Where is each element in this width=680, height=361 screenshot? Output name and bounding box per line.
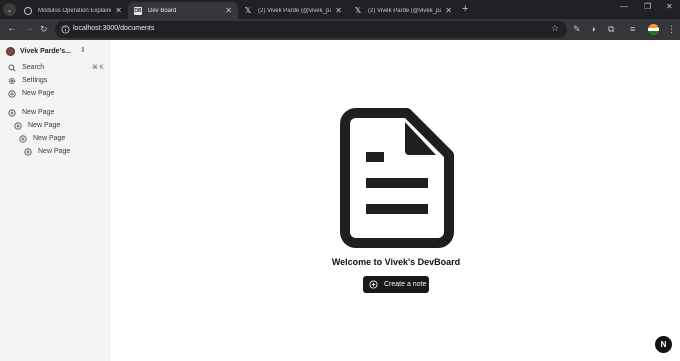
url-text: localhost:3000/documents <box>73 25 155 32</box>
page-label: New Page <box>38 148 71 155</box>
minimize-icon[interactable]: — <box>620 2 628 11</box>
tab-vivek-x-profile-2[interactable]: 𝕏 (2) Vivek Parde (@vivek_parde) / X ✕ <box>348 2 458 19</box>
sidebar-page-item[interactable]: New Page <box>19 133 65 144</box>
x-logo-icon: 𝕏 <box>354 6 362 15</box>
plus-circle-icon <box>24 147 32 156</box>
new-page-label: New Page <box>22 90 55 97</box>
extension-icon-dark[interactable]: ◗ <box>591 23 596 35</box>
plus-circle-icon <box>8 108 16 117</box>
tab-title: (2) Vivek Parde (@vivek_parde) / X <box>368 7 442 14</box>
gear-icon <box>8 77 16 84</box>
tab-search-button[interactable]: ⌄ <box>3 3 16 16</box>
tab-title: Dev Board <box>148 7 177 14</box>
nextjs-dev-indicator[interactable]: N <box>655 336 672 353</box>
search-shortcut: ⌘ K <box>92 65 104 71</box>
site-info-icon[interactable] <box>61 25 70 34</box>
db-icon: DB <box>134 6 142 15</box>
plus-circle-icon <box>8 89 16 98</box>
search-label: Search <box>22 64 45 71</box>
document-icon <box>340 108 454 248</box>
globe-icon <box>24 6 32 15</box>
plus-circle-icon <box>369 280 378 289</box>
sidebar: Vivek Parde's... ⇕ Search ⌘ K Settings N… <box>0 40 111 361</box>
settings-label: Settings <box>22 77 48 84</box>
pen-extension-icon[interactable]: ✎ <box>573 23 581 35</box>
close-icon[interactable]: ✕ <box>115 6 122 15</box>
profile-avatar[interactable] <box>648 24 659 35</box>
sidebar-page-item[interactable]: New Page <box>8 107 54 118</box>
sidebar-page-item[interactable]: New Page <box>14 120 60 131</box>
create-note-label: Create a note <box>384 281 427 288</box>
welcome-heading: Welcome to Vivek's DevBoard <box>331 257 461 267</box>
chrome-menu-icon[interactable]: ⋮ <box>667 23 676 35</box>
media-controls-icon[interactable]: ≡ <box>630 23 635 35</box>
search-button[interactable]: Search <box>8 62 44 73</box>
browser-toolbar: ← → ↻ localhost:3000/documents ☆ ✎ ◗ ⧉ ≡… <box>0 19 680 40</box>
x-logo-icon: 𝕏 <box>244 6 252 15</box>
page-label: New Page <box>22 109 55 116</box>
sidebar-page-item[interactable]: New Page <box>24 146 70 157</box>
browser-tab-strip: ⌄ Modulus Operation Explained ✕ DB Dev B… <box>0 0 680 19</box>
tab-title: (2) Vivek Parde (@vivek_parde) / X <box>258 7 332 14</box>
bookmark-star-icon[interactable]: ☆ <box>551 23 559 34</box>
back-button[interactable]: ← <box>7 23 17 35</box>
page-label: New Page <box>28 122 61 129</box>
workspace-switcher[interactable]: Vivek Parde's... <box>6 45 71 57</box>
chevrons-up-down-icon[interactable]: ⇕ <box>80 46 86 54</box>
tab-modulus-operation[interactable]: Modulus Operation Explained ✕ <box>18 2 128 19</box>
create-note-button[interactable]: Create a note <box>363 276 429 293</box>
close-icon[interactable]: ✕ <box>445 6 452 15</box>
search-icon <box>8 64 16 72</box>
avatar <box>6 46 15 56</box>
forward-button[interactable]: → <box>24 23 34 35</box>
window-close-icon[interactable]: ✕ <box>666 2 673 11</box>
reload-button[interactable]: ↻ <box>40 23 48 35</box>
new-tab-button[interactable]: + <box>462 3 468 15</box>
restore-icon[interactable]: ❐ <box>644 2 651 11</box>
settings-button[interactable]: Settings <box>8 75 47 86</box>
page-label: New Page <box>33 135 66 142</box>
new-page-button[interactable]: New Page <box>8 88 54 99</box>
close-icon[interactable]: ✕ <box>335 6 342 15</box>
tab-dev-board[interactable]: DB Dev Board ✕ <box>128 2 238 19</box>
plus-circle-icon <box>14 121 22 130</box>
plus-circle-icon <box>19 134 27 143</box>
address-bar[interactable]: localhost:3000/documents ☆ <box>55 21 567 38</box>
close-icon[interactable]: ✕ <box>225 6 232 15</box>
workspace-name: Vivek Parde's... <box>20 47 71 55</box>
tab-title: Modulus Operation Explained <box>38 7 112 14</box>
tab-vivek-x-profile[interactable]: 𝕏 (2) Vivek Parde (@vivek_parde) / X ✕ <box>238 2 348 19</box>
extensions-puzzle-icon[interactable]: ⧉ <box>608 23 614 35</box>
